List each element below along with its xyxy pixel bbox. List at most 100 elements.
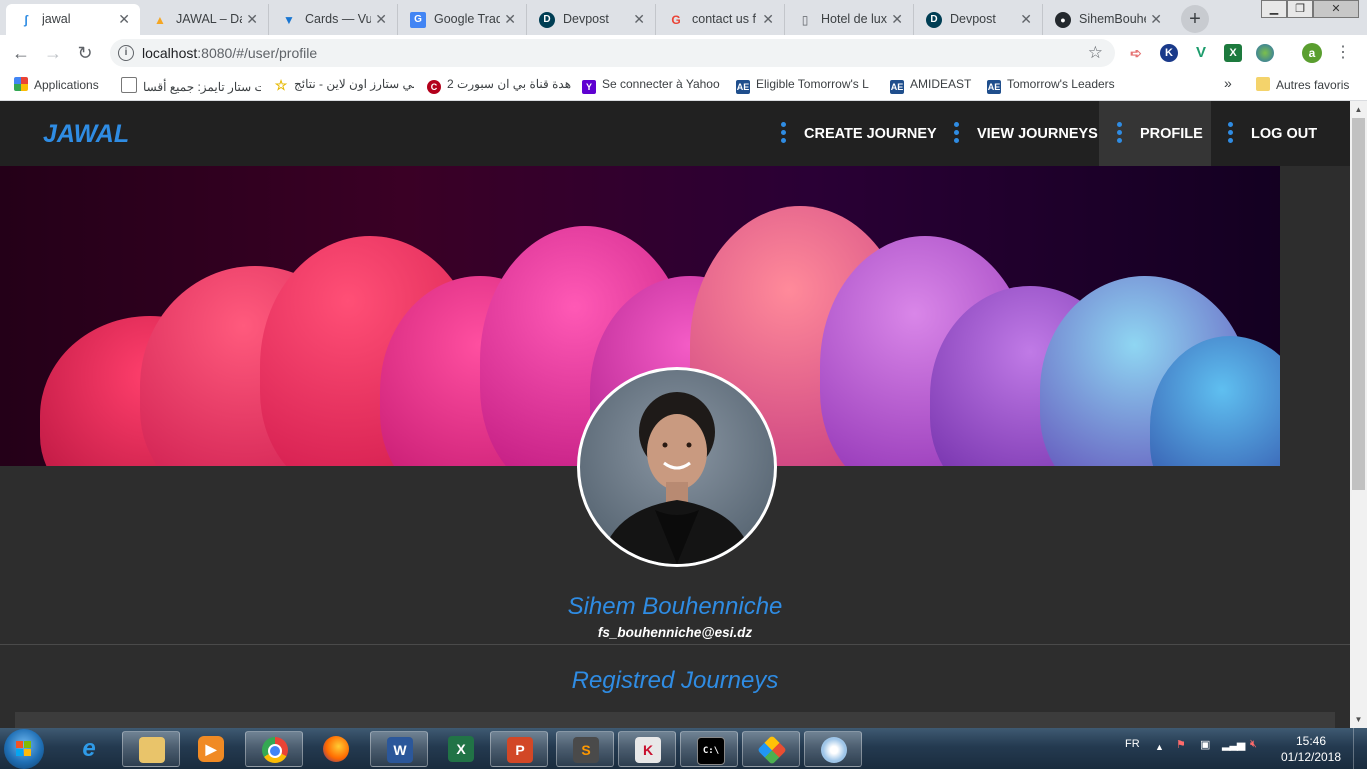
vuetify-icon: ▼ xyxy=(283,13,295,27)
star-icon: ☆ xyxy=(274,77,288,92)
taskbar-file-explorer[interactable] xyxy=(122,731,180,767)
tab-devpost[interactable]: D Devpost ✕ xyxy=(527,4,656,35)
windows-start-button[interactable] xyxy=(4,729,44,769)
tab-devpost-2[interactable]: D Devpost ✕ xyxy=(914,4,1043,35)
more-vert-icon xyxy=(781,122,786,146)
scroll-up-arrow-icon[interactable]: ▲ xyxy=(1350,101,1367,118)
amideast-icon: AE xyxy=(890,80,904,94)
volume-muted-icon[interactable]: 🔇︎ xyxy=(1250,738,1257,751)
close-window-button[interactable]: ✕ xyxy=(1313,0,1359,18)
taskbar-sublime-text[interactable]: S xyxy=(556,731,614,767)
page-scrollbar[interactable]: ▲ ▼ xyxy=(1350,101,1367,728)
nav-profile[interactable]: PROFILE xyxy=(1099,101,1211,166)
apps-grid-icon xyxy=(14,77,28,91)
new-tab-button[interactable]: + xyxy=(1181,5,1209,33)
bookmark-yahoo[interactable]: Y Se connecter à Yahoo xyxy=(582,77,722,94)
taskbar-kaspersky[interactable]: K xyxy=(618,731,676,767)
tab-title: Devpost xyxy=(950,12,996,26)
git-tool-icon xyxy=(757,735,787,765)
close-tab-icon[interactable]: ✕ xyxy=(118,11,130,28)
bookmark-other-favorites[interactable]: Autres favoris xyxy=(1256,77,1349,92)
bookmarks-overflow-button[interactable]: » xyxy=(1224,75,1232,91)
scrollbar-thumb[interactable] xyxy=(1352,118,1365,490)
close-tab-icon[interactable]: ✕ xyxy=(633,11,645,28)
tab-jawal[interactable]: ʃ jawal ✕ xyxy=(6,4,140,35)
tab-jawal-dashboard[interactable]: ▲ JAWAL – Da ✕ xyxy=(140,4,269,35)
firefox-icon xyxy=(323,736,349,762)
back-arrow-icon[interactable]: ← xyxy=(8,40,34,66)
close-tab-icon[interactable]: ✕ xyxy=(891,11,903,28)
nav-label: PROFILE xyxy=(1140,126,1203,142)
site-info-icon[interactable]: i xyxy=(118,45,134,61)
taskbar-internet-explorer[interactable]: e xyxy=(60,731,118,767)
tab-google-contact[interactable]: G contact us f ✕ xyxy=(656,4,785,35)
vue-devtools-icon[interactable]: V xyxy=(1192,44,1210,62)
close-tab-icon[interactable]: ✕ xyxy=(1150,11,1162,28)
restore-window-button[interactable]: ❐ xyxy=(1287,0,1313,18)
taskbar-excel[interactable]: X xyxy=(432,731,490,767)
taskbar-media-player[interactable]: ▶ xyxy=(182,731,240,767)
devpost-icon: D xyxy=(926,12,942,28)
windows-taskbar: e ▶ W X P S K C:\ FR ▲ ⚑ ▣ ▂▃▅ 🔇︎ 15:46 … xyxy=(0,728,1367,769)
journeys-list-panel xyxy=(15,712,1335,728)
taskbar-command-prompt[interactable]: C:\ xyxy=(680,731,738,767)
language-indicator[interactable]: FR xyxy=(1125,738,1140,750)
more-vert-icon xyxy=(1117,122,1122,146)
address-bar[interactable]: i localhost:8080/#/user/profile ☆ xyxy=(110,39,1115,67)
taskbar-word[interactable]: W xyxy=(370,731,428,767)
tab-title: JAWAL – Da xyxy=(176,12,242,26)
bookmark-star-icon[interactable]: ☆ xyxy=(1088,43,1103,63)
taskbar-paint[interactable] xyxy=(804,731,862,767)
nav-label: CREATE JOURNEY xyxy=(804,126,937,142)
tab-title: Cards — Vu xyxy=(305,12,371,26)
forward-arrow-icon[interactable]: → xyxy=(40,40,66,66)
clock-time: 15:46 xyxy=(1295,734,1327,748)
taskbar-chrome[interactable] xyxy=(245,731,303,767)
taskbar-powerpoint[interactable]: P xyxy=(490,731,548,767)
close-tab-icon[interactable]: ✕ xyxy=(246,11,258,28)
taskbar-firefox[interactable] xyxy=(307,731,365,767)
k-extension-icon[interactable]: K xyxy=(1160,44,1178,62)
tab-vuetify-cards[interactable]: ▼ Cards — Vu ✕ xyxy=(269,4,398,35)
close-tab-icon[interactable]: ✕ xyxy=(504,11,516,28)
taskbar-git-tool[interactable] xyxy=(742,731,800,767)
tab-title: Google Trad xyxy=(434,12,500,26)
tab-google-translate[interactable]: G Google Trad ✕ xyxy=(398,4,527,35)
tab-github[interactable]: ● SihemBouhe ✕ xyxy=(1043,4,1172,35)
bookmark-amideast[interactable]: AE AMIDEAST xyxy=(890,77,971,94)
show-desktop-button[interactable] xyxy=(1353,728,1367,769)
browser-menu-icon[interactable]: ⋮ xyxy=(1333,40,1353,66)
nav-log-out[interactable]: LOG OUT xyxy=(1211,101,1323,166)
tray-expand-icon[interactable]: ▲ xyxy=(1155,742,1164,752)
nav-create-journey[interactable]: CREATE JOURNEY xyxy=(765,101,937,166)
bookmark-bein[interactable]: Cمشاهدة قناة بي ان سبورت 2 xyxy=(427,77,572,94)
device-tray-icon[interactable]: ▣ xyxy=(1200,738,1210,751)
reload-icon[interactable]: ↻ xyxy=(72,40,98,66)
excel-extension-icon[interactable]: X xyxy=(1224,44,1242,62)
close-tab-icon[interactable]: ✕ xyxy=(1020,11,1032,28)
profile-avatar-photo xyxy=(577,367,777,567)
close-tab-icon[interactable]: ✕ xyxy=(762,11,774,28)
bookmark-tomorrows-leaders[interactable]: AE Tomorrow's Leaders xyxy=(987,77,1122,94)
system-clock[interactable]: 15:46 01/12/2018 xyxy=(1276,733,1346,765)
bookmark-startimes[interactable]: منتديات ستار تايمز: جميع أقسا xyxy=(121,77,261,94)
action-center-flag-icon[interactable]: ⚑ xyxy=(1176,738,1186,751)
network-signal-icon[interactable]: ▂▃▅ xyxy=(1222,738,1245,751)
profile-avatar[interactable]: a xyxy=(1302,43,1322,63)
bookmark-eligible[interactable]: AE Eligible Tomorrow's L xyxy=(736,77,873,94)
portrait-illustration xyxy=(600,392,754,564)
tab-hotel[interactable]: ▯ Hotel de lux ✕ xyxy=(785,4,914,35)
bookmark-animestars[interactable]: ☆ انمي ستارز اون لاين - نتائج xyxy=(274,77,414,92)
yahoo-icon: Y xyxy=(582,80,596,94)
more-vert-icon xyxy=(1228,122,1233,146)
globe-extension-icon[interactable] xyxy=(1256,44,1274,62)
close-tab-icon[interactable]: ✕ xyxy=(375,11,387,28)
bookmark-applications[interactable]: Applications xyxy=(14,77,99,92)
brand-logo[interactable]: JAWAL xyxy=(43,120,129,149)
cast-extension-icon[interactable]: ➪ xyxy=(1127,44,1145,62)
minimize-window-button[interactable]: ▁ xyxy=(1261,0,1287,18)
devpost-icon: D xyxy=(539,12,555,28)
powerpoint-icon: P xyxy=(507,737,533,763)
scroll-down-arrow-icon[interactable]: ▼ xyxy=(1350,711,1367,728)
nav-view-journeys[interactable]: VIEW JOURNEYS xyxy=(937,101,1099,166)
